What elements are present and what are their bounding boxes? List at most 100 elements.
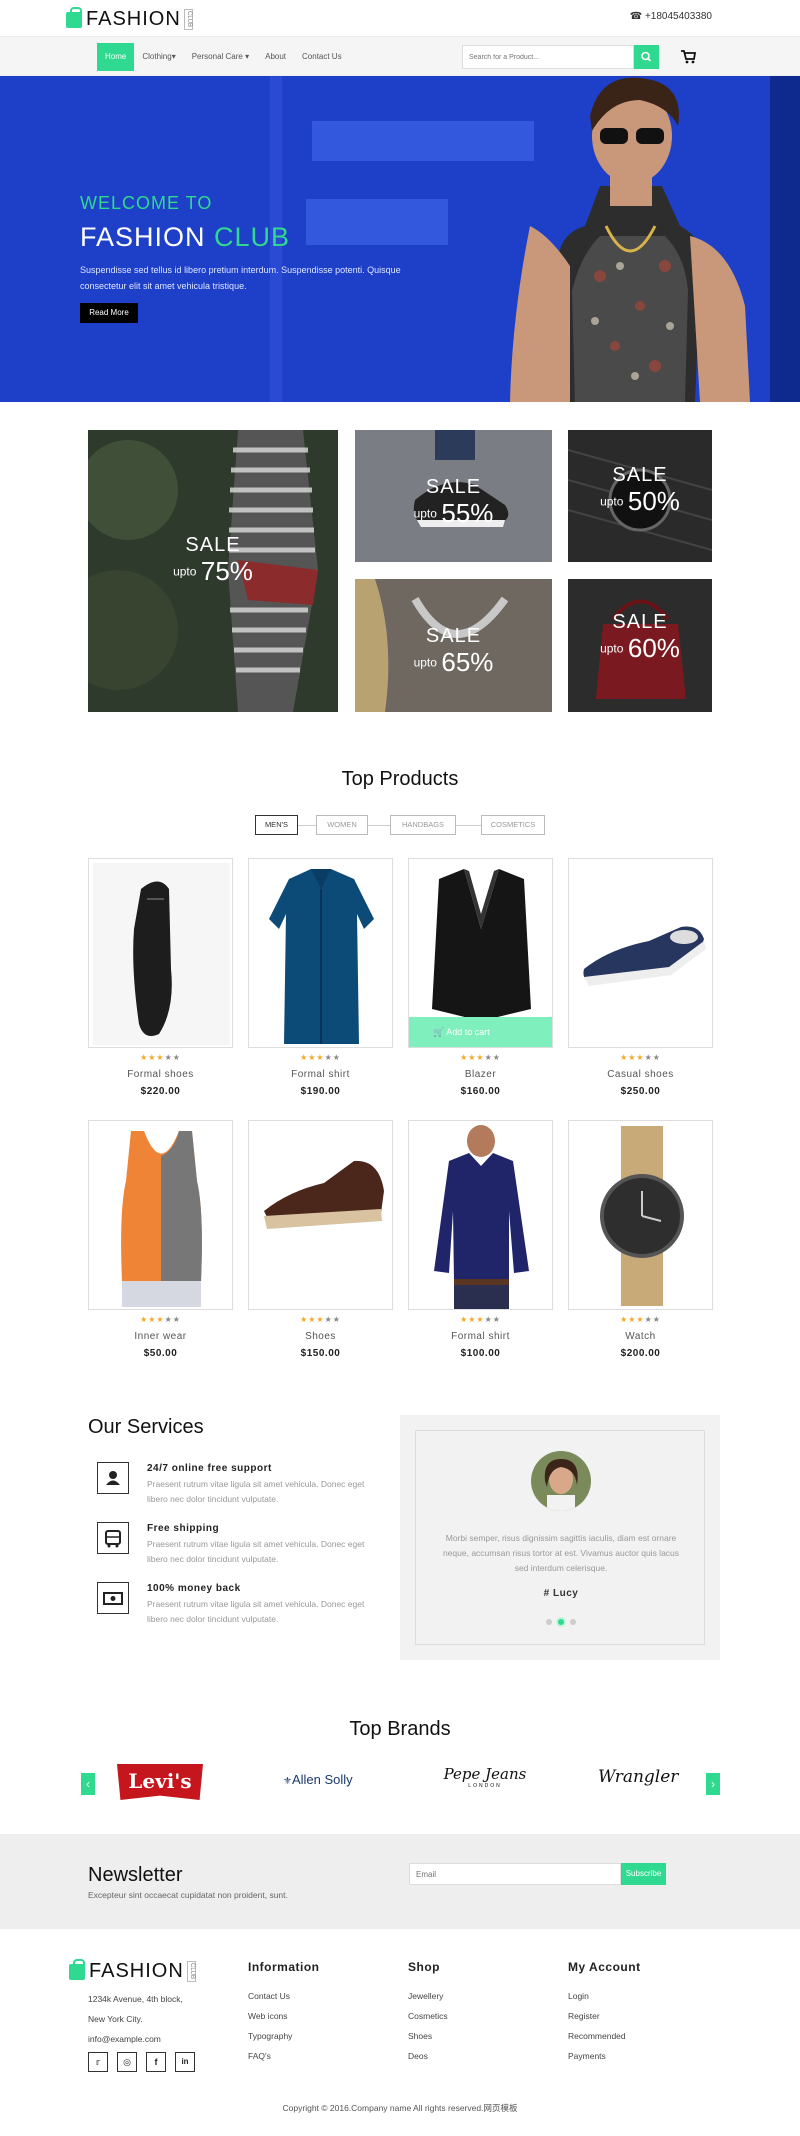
- twitter-icon[interactable]: 𝕣: [88, 2052, 108, 2072]
- footer-link[interactable]: Typography: [248, 2031, 292, 2041]
- newsletter-email-input[interactable]: [409, 1863, 621, 1885]
- sale-tile-handbag[interactable]: SALE upto 60%: [568, 579, 712, 712]
- sale-tile-dress[interactable]: SALE upto 75%: [88, 430, 338, 712]
- search-icon: [641, 51, 652, 62]
- footer-link[interactable]: Payments: [568, 2051, 606, 2061]
- product-name[interactable]: Formal shirt: [248, 1069, 393, 1080]
- nav-item-about[interactable]: About: [257, 43, 294, 71]
- sale-label: SALE upto 75%: [88, 534, 338, 587]
- tab-mens[interactable]: MEN'S: [255, 815, 298, 835]
- tab-women[interactable]: WOMEN: [316, 815, 368, 835]
- footer-link[interactable]: Cosmetics: [408, 2011, 448, 2021]
- product-name[interactable]: Watch: [568, 1331, 713, 1342]
- logo-text: FASHION: [86, 8, 181, 30]
- product-image-watch: [600, 1126, 684, 1306]
- search-input[interactable]: [462, 45, 634, 69]
- linkedin-icon[interactable]: in: [175, 2052, 195, 2072]
- brand-logo-pepe-jeans[interactable]: Pepe Jeans LONDON: [440, 1765, 530, 1789]
- sale-tile-sneakers[interactable]: SALE upto 55%: [355, 430, 552, 562]
- brand-logo-levis[interactable]: Levi's: [117, 1764, 203, 1800]
- nav-item-contact[interactable]: Contact Us: [294, 43, 350, 71]
- service-desc: Praesent rutrum vitae ligula sit amet ve…: [147, 1539, 365, 1564]
- product-image-formal-shirt-2: [434, 1125, 529, 1309]
- product-card[interactable]: [88, 858, 233, 1048]
- phone-number: ☎ +18045403380: [630, 11, 712, 22]
- product-name[interactable]: Inner wear: [88, 1331, 233, 1342]
- footer-link[interactable]: FAQ's: [248, 2051, 271, 2061]
- product-name[interactable]: Shoes: [248, 1331, 393, 1342]
- rating-stars: ★★★★★: [620, 1053, 661, 1062]
- user-icon: [106, 1471, 120, 1485]
- service-desc: Praesent rutrum vitae ligula sit amet ve…: [147, 1599, 365, 1624]
- rating-stars: ★★★★★: [620, 1315, 661, 1324]
- footer-link[interactable]: Recommended: [568, 2031, 626, 2041]
- product-card[interactable]: [568, 858, 713, 1048]
- brands-prev-button[interactable]: ‹: [81, 1773, 95, 1795]
- footer-link[interactable]: Web icons: [248, 2011, 288, 2021]
- footer-link[interactable]: Contact Us: [248, 1991, 290, 2001]
- sale-tile-watch[interactable]: SALE upto 50%: [568, 430, 712, 562]
- nav-item-clothing[interactable]: Clothing▾: [134, 43, 183, 71]
- bus-icon: [105, 1530, 121, 1548]
- money-icon: [103, 1592, 123, 1605]
- carousel-dot[interactable]: [570, 1619, 576, 1625]
- nav-label: About: [265, 52, 287, 61]
- footer-email[interactable]: info@example.com: [88, 2034, 161, 2044]
- brand-logo-wrangler[interactable]: Wrangler: [598, 1767, 678, 1787]
- testimonial-frame: Morbi semper, risus dignissim sagittis i…: [415, 1430, 705, 1645]
- tab-handbags[interactable]: HANDBAGS: [390, 815, 456, 835]
- service-icon-box: [97, 1522, 129, 1554]
- product-name[interactable]: Formal shirt: [408, 1331, 553, 1342]
- hero-title: FASHION CLUB: [80, 222, 290, 253]
- sale-percent: 50%: [627, 486, 680, 516]
- tab-cosmetics[interactable]: COSMETICS: [481, 815, 545, 835]
- footer-link[interactable]: Shoes: [408, 2031, 432, 2041]
- brand-name: Levi's: [128, 1769, 192, 1793]
- product-name[interactable]: Casual shoes: [568, 1069, 713, 1080]
- caret-down-icon: ▾: [245, 52, 250, 61]
- rating-stars: ★★★★★: [140, 1315, 181, 1324]
- add-to-cart-button[interactable]: 🛒 Add to cart: [409, 1017, 552, 1047]
- logo[interactable]: FASHION CLUB: [66, 6, 193, 31]
- phone-text: +18045403380: [644, 11, 712, 22]
- cart-icon[interactable]: [680, 49, 696, 65]
- brand-logo-allen-solly[interactable]: ⚜Allen Solly: [283, 1772, 353, 1787]
- product-card[interactable]: [408, 1120, 553, 1310]
- facebook-icon[interactable]: f: [146, 2052, 166, 2072]
- service-title: 24/7 online free support: [147, 1463, 272, 1474]
- footer-link[interactable]: Login: [568, 1991, 589, 2001]
- product-image-inner-wear: [121, 1131, 202, 1307]
- product-card[interactable]: [248, 1120, 393, 1310]
- footer-logo[interactable]: FASHION CLUB: [69, 1958, 196, 1983]
- newsletter-title: Newsletter: [88, 1864, 183, 1886]
- subscribe-button[interactable]: Subscribe: [621, 1863, 666, 1885]
- product-name[interactable]: Formal shoes: [88, 1069, 233, 1080]
- footer-link[interactable]: Jewellery: [408, 1991, 443, 2001]
- brands-next-button[interactable]: ›: [706, 1773, 720, 1795]
- add-to-cart-label: Add to cart: [446, 1027, 490, 1037]
- carousel-dot[interactable]: [546, 1619, 552, 1625]
- hero-text: Suspendisse sed tellus id libero pretium…: [80, 265, 401, 291]
- carousel-dot-active[interactable]: [556, 1617, 566, 1627]
- product-card[interactable]: [88, 1120, 233, 1310]
- testimonial-name: # Lucy: [543, 1588, 579, 1599]
- logo-subtext: CLUB: [186, 1961, 196, 1982]
- service-title: Free shipping: [147, 1523, 220, 1534]
- nav-item-personal-care[interactable]: Personal Care ▾: [184, 43, 257, 71]
- search-button[interactable]: [634, 45, 659, 69]
- read-more-button[interactable]: Read More: [80, 303, 138, 323]
- product-price: $50.00: [143, 1348, 178, 1359]
- product-price: $150.00: [300, 1348, 341, 1359]
- product-card[interactable]: [248, 858, 393, 1048]
- sale-tile-necklace[interactable]: SALE upto 65%: [355, 579, 552, 712]
- sale-label: SALE upto 65%: [355, 625, 552, 678]
- dribbble-icon[interactable]: ◎: [117, 2052, 137, 2072]
- nav-label: Home: [105, 52, 127, 61]
- footer-link[interactable]: Deos: [408, 2051, 428, 2061]
- product-card[interactable]: [568, 1120, 713, 1310]
- footer-link[interactable]: Register: [568, 2011, 600, 2021]
- product-name[interactable]: Blazer: [408, 1069, 553, 1080]
- nav-item-home[interactable]: Home: [97, 43, 135, 71]
- top-products-title: Top Products: [341, 768, 459, 790]
- product-card[interactable]: 🛒 Add to cart: [408, 858, 553, 1048]
